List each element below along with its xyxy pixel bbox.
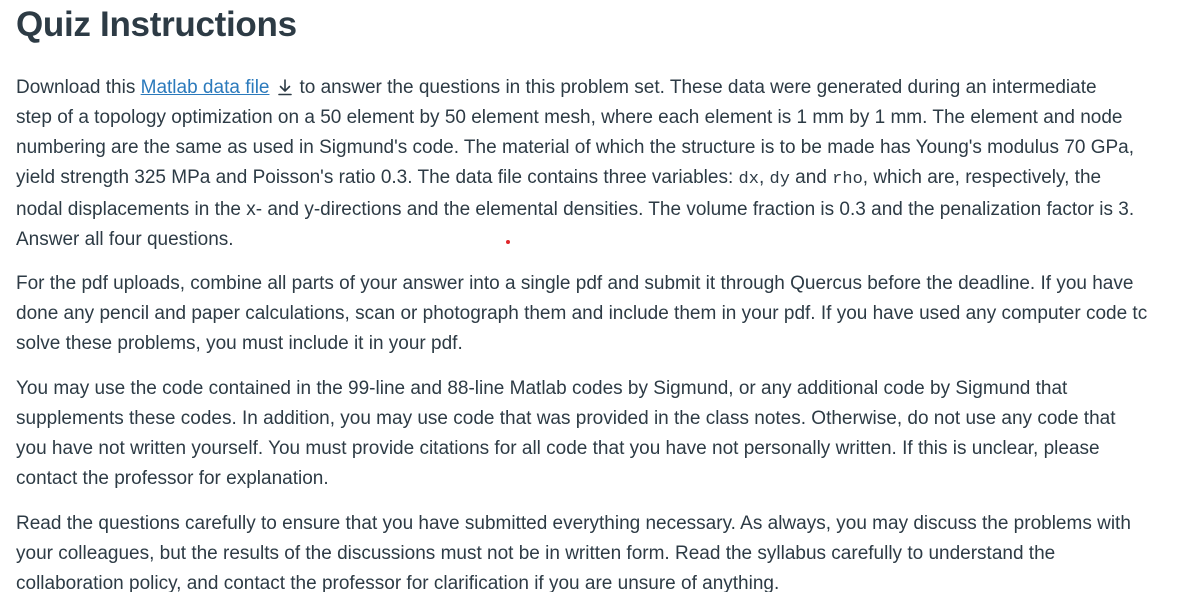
text-fragment: yield strength 325 MPa and Poisson's rat… (16, 167, 739, 188)
text-fragment: , which are, respectively, the (862, 167, 1102, 188)
page-title: Quiz Instructions (16, 5, 297, 44)
variable-dx: dx (738, 170, 759, 189)
download-icon[interactable] (277, 78, 293, 96)
instructions-paragraph-data-file: Download this Matlab data file to answer … (16, 73, 1134, 255)
text-line: you have not written yourself. You must … (16, 438, 1100, 459)
text-line: Download this Matlab data file to answer … (16, 73, 1134, 103)
instructions-paragraph-uploads: For the pdf uploads, combine all parts o… (16, 269, 1147, 359)
text-line: numbering are the same as used in Sigmun… (16, 137, 1134, 158)
text-fragment: and (789, 167, 833, 188)
quiz-instructions-page: Quiz Instructions Download this Matlab d… (16, 0, 1182, 592)
text-line: solve these problems, you must include i… (16, 333, 463, 354)
variable-rho: rho (832, 170, 863, 189)
text-fragment: , (758, 167, 770, 188)
text-line: You may use the code contained in the 99… (16, 378, 1068, 399)
text-fragment: Download this (16, 77, 141, 98)
text-line: Answer all four questions. (16, 229, 234, 250)
text-line: your colleagues, but the results of the … (16, 543, 1056, 564)
text-line: step of a topology optimization on a 50 … (16, 107, 1123, 128)
text-line: nodal displacements in the x- and y-dire… (16, 199, 1135, 220)
text-line: done any pencil and paper calculations, … (16, 303, 1148, 324)
cursor-marker-dot (506, 240, 510, 244)
text-line: yield strength 325 MPa and Poisson's rat… (16, 163, 1134, 195)
variable-dy: dy (769, 170, 790, 189)
matlab-data-file-link[interactable]: Matlab data file (141, 77, 270, 98)
instructions-paragraph-collaboration: Read the questions carefully to ensure t… (16, 509, 1131, 592)
text-line: collaboration policy, and contact the pr… (16, 573, 780, 592)
text-line: supplements these codes. In addition, yo… (16, 408, 1116, 429)
text-line: Read the questions carefully to ensure t… (16, 513, 1131, 534)
instructions-paragraph-code-policy: You may use the code contained in the 99… (16, 374, 1116, 494)
text-line: contact the professor for explanation. (16, 468, 329, 489)
text-fragment: to answer the questions in this problem … (299, 77, 1097, 98)
text-line: For the pdf uploads, combine all parts o… (16, 273, 1134, 294)
